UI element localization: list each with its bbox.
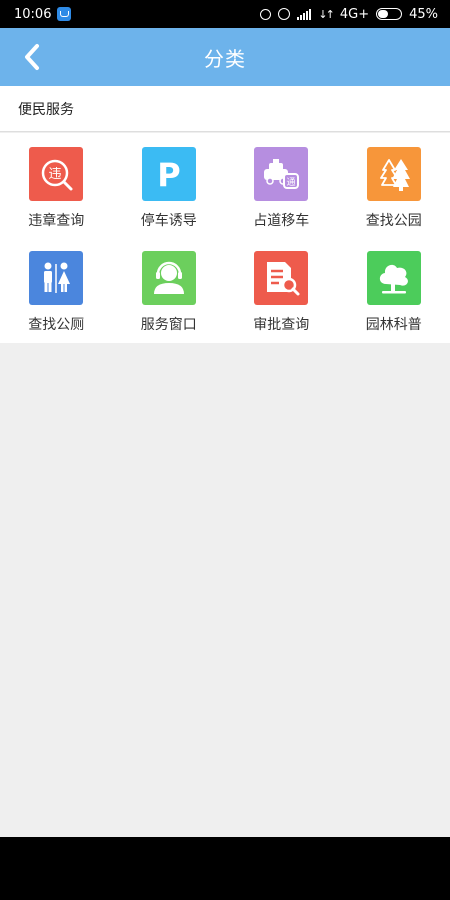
grid-item-label: 审批查询 <box>253 317 310 333</box>
app-notification-icon <box>57 7 72 21</box>
data-arrows-icon: ↓↑ <box>318 7 335 21</box>
alarm-icon <box>278 8 291 20</box>
grid-item-label: 服务窗口 <box>140 317 197 333</box>
svg-text:违: 违 <box>49 167 62 182</box>
battery-icon <box>376 8 403 20</box>
service-agent-icon <box>141 251 196 305</box>
status-bar: 10:06 ↓↑ 4G+ 45% <box>0 0 450 28</box>
svg-text:通: 通 <box>287 177 296 188</box>
status-time: 10:06 <box>14 6 52 22</box>
page-title: 分类 <box>204 46 246 71</box>
grid-item-move-car[interactable]: 通 占道移车 <box>225 133 338 237</box>
section-title: 便民服务 <box>18 101 74 118</box>
svg-text:P: P <box>157 156 180 194</box>
violation-query-icon: 违 <box>29 147 84 201</box>
document-search-icon <box>254 251 309 305</box>
move-car-icon: 通 <box>254 147 309 201</box>
battery-percent: 45% <box>409 6 438 22</box>
park-trees-icon <box>366 147 421 201</box>
grid-item-violation-query[interactable]: 违 违章查询 <box>0 133 113 237</box>
back-button[interactable] <box>12 28 52 86</box>
tree-icon <box>366 251 421 305</box>
restroom-icon <box>29 251 84 305</box>
grid-item-service-window[interactable]: 服务窗口 <box>113 237 226 343</box>
signal-icon <box>297 8 312 20</box>
grid-item-find-park[interactable]: 查找公园 <box>338 133 450 237</box>
grid-item-find-restroom[interactable]: 查找公厕 <box>0 237 113 343</box>
network-type: 4G+ <box>339 6 370 22</box>
section-header: 便民服务 <box>0 86 450 132</box>
grid-item-parking-guide[interactable]: P 停车诱导 <box>113 133 226 237</box>
grid-item-approval-query[interactable]: 审批查询 <box>225 237 338 343</box>
grid-item-label: 查找公厕 <box>28 317 85 333</box>
hotspot-icon <box>260 8 272 20</box>
grid-item-label: 园林科普 <box>365 317 422 333</box>
service-grid: 违 违章查询 P 停车诱导 通 占道移车 查找公园 查找公厕 服务窗口 审批查询… <box>0 133 450 343</box>
grid-item-garden-science[interactable]: 园林科普 <box>338 237 450 343</box>
grid-item-label: 查找公园 <box>365 213 422 229</box>
system-nav-bar <box>0 837 450 900</box>
grid-item-label: 停车诱导 <box>140 213 197 229</box>
chevron-left-icon <box>25 44 39 70</box>
navigation-bar: 分类 <box>0 28 450 86</box>
grid-item-label: 占道移车 <box>253 213 310 229</box>
parking-p-icon: P <box>141 147 196 201</box>
grid-item-label: 违章查询 <box>28 213 85 229</box>
